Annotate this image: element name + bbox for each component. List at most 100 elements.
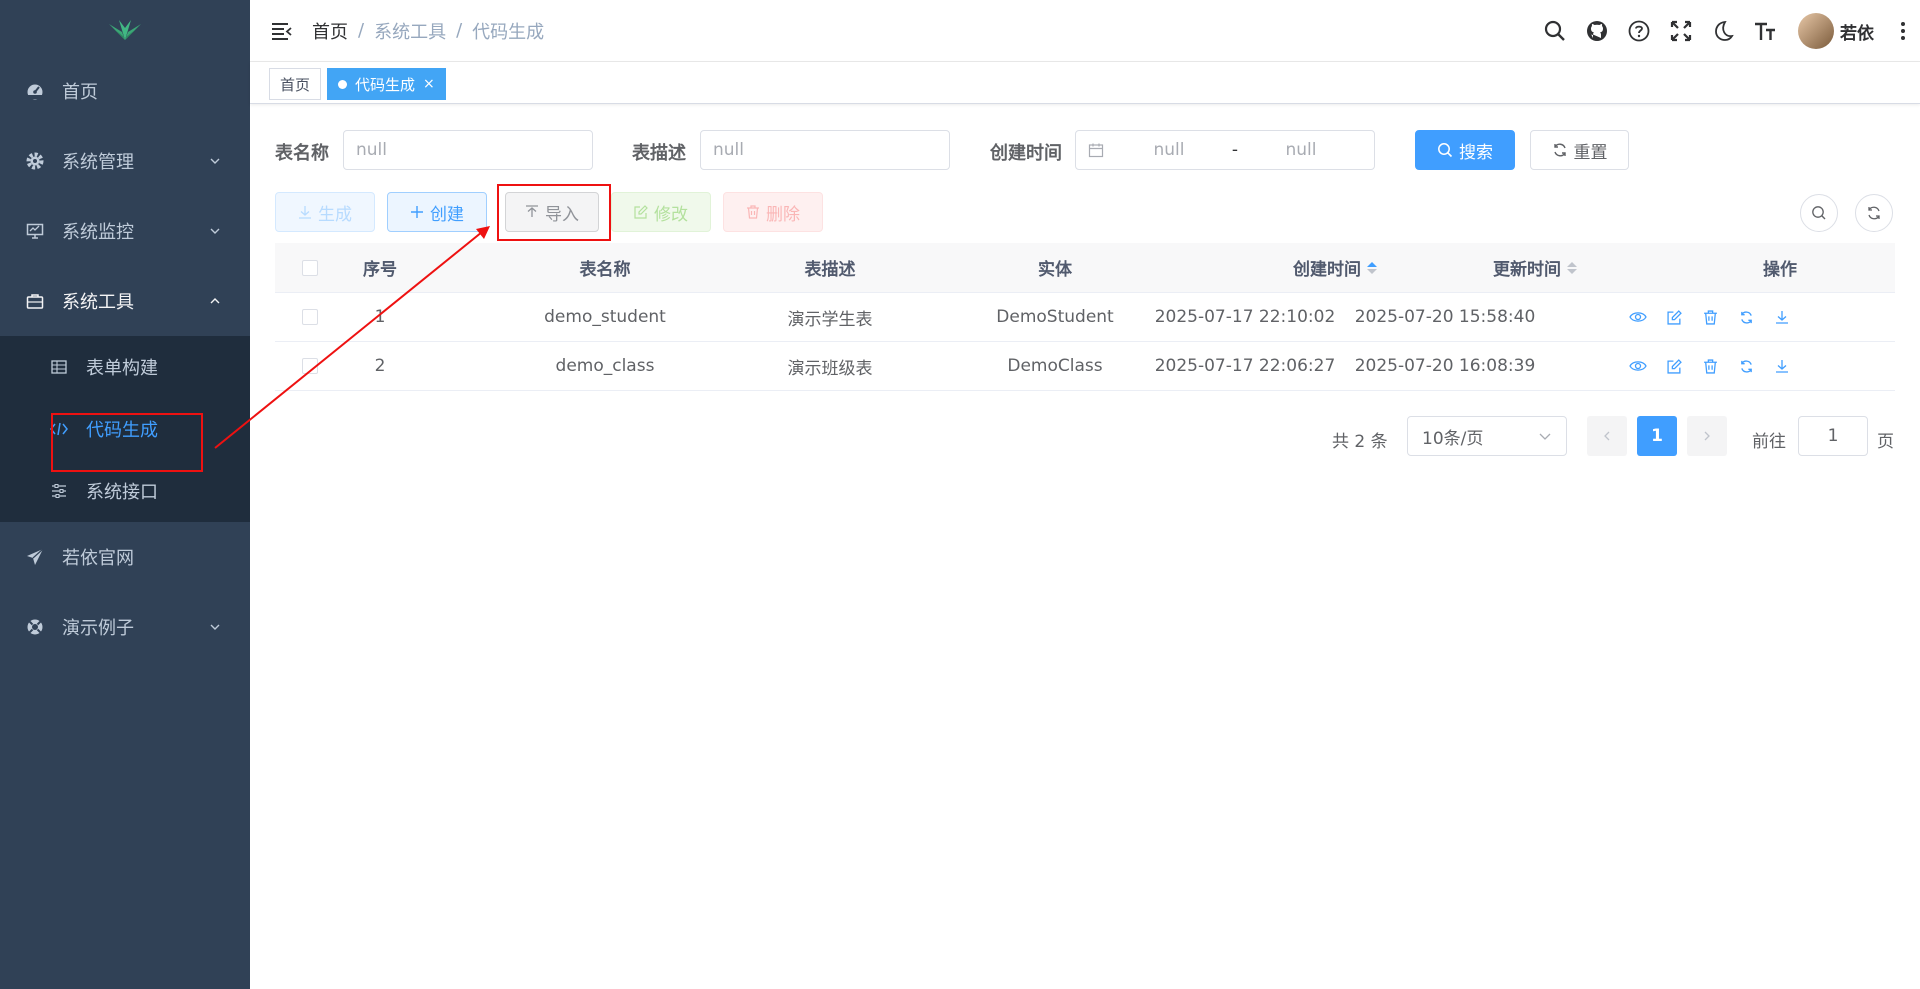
edit-button-label: 修改 xyxy=(654,204,688,225)
prev-page-button[interactable] xyxy=(1587,416,1627,456)
edit-button[interactable]: 修改 xyxy=(611,192,711,232)
cell-update-time: 2025-07-20 16:08:39 xyxy=(1354,356,1536,376)
date-end-placeholder[interactable]: null xyxy=(1276,140,1326,160)
calendar-icon xyxy=(1088,143,1104,158)
toggle-search-button[interactable] xyxy=(1800,194,1838,232)
cell-actions xyxy=(1585,342,1835,390)
avatar[interactable] xyxy=(1798,13,1834,49)
delete-button-label: 删除 xyxy=(766,204,800,225)
tag-label: 代码生成 xyxy=(355,75,416,94)
sidebar-item-form-builder[interactable]: 表单构建 xyxy=(0,336,250,398)
download-icon xyxy=(298,205,312,219)
search-button[interactable]: 搜索 xyxy=(1415,130,1515,170)
search-icon[interactable] xyxy=(1542,18,1568,44)
breadcrumb: 首页 / 系统工具 / 代码生成 xyxy=(312,18,544,44)
help-icon[interactable] xyxy=(1626,18,1652,44)
sort-icon[interactable] xyxy=(1567,261,1577,274)
goto-page-input[interactable]: 1 xyxy=(1798,416,1868,456)
sidebar-item-home[interactable]: 首页 xyxy=(0,56,250,126)
col-header-label: 创建时间 xyxy=(1293,260,1361,280)
sort-icon[interactable] xyxy=(1367,261,1377,274)
sidebar-item-label: 若依官网 xyxy=(62,548,134,569)
sidebar-item-label: 系统接口 xyxy=(86,482,158,503)
reset-button[interactable]: 重置 xyxy=(1530,130,1629,170)
edit-icon[interactable] xyxy=(1665,308,1683,326)
preview-icon[interactable] xyxy=(1629,357,1647,375)
refresh-table-button[interactable] xyxy=(1855,194,1893,232)
table-row: 2 demo_class 演示班级表 DemoClass 2025-07-17 … xyxy=(275,342,1895,391)
user-name[interactable]: 若依 xyxy=(1840,19,1874,44)
col-header-label: 表名称 xyxy=(579,260,631,280)
sidebar-item-demo[interactable]: 演示例子 xyxy=(0,592,250,662)
preview-icon[interactable] xyxy=(1629,308,1647,326)
date-range-separator: - xyxy=(1231,140,1239,160)
sidebar-item-official-site[interactable]: 若依官网 xyxy=(0,522,250,592)
cell-index: 2 xyxy=(374,356,386,376)
lifebuoy-icon xyxy=(24,616,46,638)
delete-icon[interactable] xyxy=(1701,357,1719,375)
chevron-down-icon xyxy=(210,228,220,234)
delete-button[interactable]: 删除 xyxy=(723,192,823,232)
plus-icon xyxy=(410,205,424,219)
trash-icon xyxy=(746,205,760,219)
paper-plane-icon xyxy=(24,546,46,568)
page-size-select[interactable]: 10条/页 xyxy=(1407,416,1567,456)
table-desc-input[interactable]: null xyxy=(700,130,950,170)
delete-icon[interactable] xyxy=(1701,308,1719,326)
page-number[interactable]: 1 xyxy=(1637,416,1677,456)
download-icon[interactable] xyxy=(1773,357,1791,375)
goto-label: 前往 xyxy=(1752,432,1786,452)
tag-code-gen[interactable]: 代码生成 × xyxy=(327,68,446,100)
cell-actions xyxy=(1585,293,1835,341)
logo-icon xyxy=(109,20,141,40)
sidebar-item-label: 系统管理 xyxy=(62,152,134,173)
sidebar: 首页 系统管理 系统监控 系统工具 表单构建 代码生成 系统接口 若依官网 演示… xyxy=(0,0,250,989)
create-button[interactable]: 创建 xyxy=(387,192,487,232)
table-name-placeholder: null xyxy=(356,140,387,160)
col-header-create-time[interactable]: 创建时间 xyxy=(1225,243,1445,292)
generate-button[interactable]: 生成 xyxy=(275,192,375,232)
table-row: 1 demo_student 演示学生表 DemoStudent 2025-07… xyxy=(275,293,1895,342)
tags-view: 首页 代码生成 × xyxy=(250,62,1920,104)
github-icon[interactable] xyxy=(1584,18,1610,44)
col-header-update-time[interactable]: 更新时间 xyxy=(1425,243,1645,292)
download-icon[interactable] xyxy=(1773,308,1791,326)
col-header-actions: 操作 xyxy=(1763,260,1797,280)
sidebar-item-system-management[interactable]: 系统管理 xyxy=(0,126,250,196)
monitor-icon xyxy=(24,220,46,242)
table-name-label: 表名称 xyxy=(275,143,329,164)
next-page-button[interactable] xyxy=(1687,416,1727,456)
page-unit-label: 页 xyxy=(1877,432,1894,452)
breadcrumb-item-system-tools: 系统工具 xyxy=(374,21,447,43)
date-range-picker[interactable]: null - null xyxy=(1075,130,1375,170)
table-header: 序号 表名称 表描述 实体 创建时间 更新时间 操作 xyxy=(275,243,1895,293)
sliders-icon xyxy=(48,480,70,502)
more-vertical-icon[interactable] xyxy=(1890,18,1916,44)
moon-icon[interactable] xyxy=(1710,18,1736,44)
close-icon[interactable]: × xyxy=(423,76,435,92)
date-start-placeholder[interactable]: null xyxy=(1144,140,1194,160)
gen-table: 序号 表名称 表描述 实体 创建时间 更新时间 操作 1 demo_studen… xyxy=(275,243,1895,391)
hamburger-icon[interactable] xyxy=(270,19,294,43)
breadcrumb-item-home[interactable]: 首页 xyxy=(312,18,348,44)
refresh-icon xyxy=(1552,142,1568,158)
tag-home[interactable]: 首页 xyxy=(269,68,322,100)
sidebar-item-system-monitor[interactable]: 系统监控 xyxy=(0,196,250,266)
edit-icon xyxy=(634,205,648,219)
search-button-label: 搜索 xyxy=(1459,142,1493,163)
edit-icon[interactable] xyxy=(1665,357,1683,375)
cell-table-comment: 演示班级表 xyxy=(787,358,873,379)
create-time-label: 创建时间 xyxy=(990,143,1062,164)
chevron-left-icon xyxy=(1604,431,1610,441)
breadcrumb-separator: / xyxy=(358,20,365,41)
active-dot-icon xyxy=(338,79,347,89)
font-size-icon[interactable] xyxy=(1752,18,1778,44)
sync-icon[interactable] xyxy=(1737,357,1755,375)
page-size-value: 10条/页 xyxy=(1422,428,1484,449)
sidebar-item-system-tools[interactable]: 系统工具 xyxy=(0,266,250,336)
logo[interactable] xyxy=(0,0,250,56)
sync-icon[interactable] xyxy=(1737,308,1755,326)
table-name-input[interactable]: null xyxy=(343,130,593,170)
pagination-total: 共 2 条 xyxy=(1332,432,1388,452)
fullscreen-icon[interactable] xyxy=(1668,18,1694,44)
